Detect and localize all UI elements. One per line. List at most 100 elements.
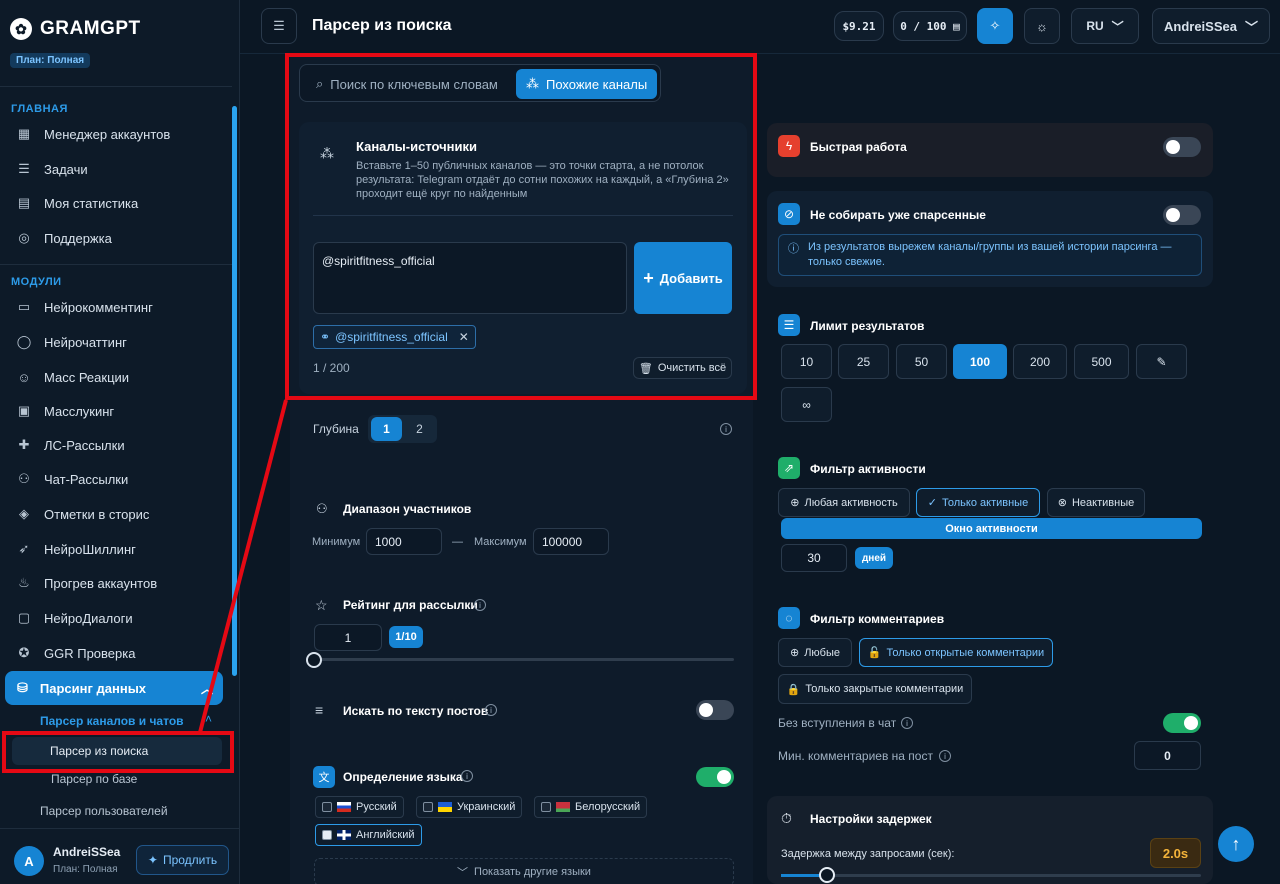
sidebar-item-tasks[interactable]: ☰ Задачи [16, 156, 226, 182]
comments-open-button[interactable]: 🔓 Только открытые комментарии [859, 638, 1053, 667]
sidebar-item-stories[interactable]: ◈ Отметки в сторис [16, 501, 226, 527]
app-name: GRAMGPT [40, 18, 141, 39]
sidebar-item-ggr[interactable]: ✪ GGR Проверка [16, 640, 226, 666]
rating-slider-track[interactable] [314, 658, 734, 661]
translate-icon: 文 [313, 766, 335, 788]
sidebar-item-shilling[interactable]: ➶ НейроШиллинг [16, 536, 226, 562]
checkbox-checked[interactable] [322, 830, 332, 840]
language-option-by[interactable]: Белорусский [534, 796, 648, 818]
range-dash: — [452, 536, 463, 548]
depth-option-1[interactable]: 1 [371, 417, 402, 441]
checkbox[interactable] [322, 802, 332, 812]
delay-slider-knob[interactable] [819, 867, 835, 883]
info-icon[interactable]: i [939, 750, 951, 762]
activity-days-input[interactable]: 30 [781, 544, 847, 572]
fast-work-toggle[interactable] [1163, 137, 1201, 157]
smile-icon: ☺ [17, 369, 31, 385]
sidebar-item-stats[interactable]: ▤ Моя статистика [16, 190, 226, 216]
sidebar-item-label: Масслукинг [44, 403, 115, 419]
sidebar-sub-base-parser[interactable]: Парсер по базе [51, 772, 137, 786]
info-icon[interactable]: i [720, 423, 732, 435]
language-option-ua[interactable]: Украинский [416, 796, 523, 818]
sidebar-item-neurochat[interactable]: ◯ Нейрочаттинг [16, 329, 226, 355]
rating-slider-knob[interactable] [306, 652, 322, 668]
scroll-to-top-button[interactable]: ↑ [1218, 826, 1254, 862]
user-menu-button[interactable]: AndreiSSea ﹀ [1152, 8, 1270, 44]
flag-gb-icon [337, 830, 351, 840]
participants-min-input[interactable]: 1000 [366, 528, 442, 555]
comments-any-button[interactable]: ⊕ Любые [778, 638, 852, 667]
comments-any-label: Любые [804, 646, 840, 659]
sidebar-item-chat-mailing[interactable]: ⚇ Чат-Рассылки [16, 466, 226, 492]
sidebar-item-dm[interactable]: ✚ ЛС-Рассылки [16, 432, 226, 458]
balance-badge[interactable]: $9.21 [834, 11, 884, 41]
database-icon: ⛁ [17, 680, 28, 695]
language-option-ru[interactable]: Русский [315, 796, 404, 818]
limit-option-infinite[interactable]: ∞ [781, 387, 832, 422]
avatar[interactable]: A [14, 846, 44, 876]
info-icon[interactable]: i [461, 770, 473, 782]
checkbox[interactable] [541, 802, 551, 812]
sidebar-item-masslooking[interactable]: ▣ Масслукинг [16, 398, 226, 424]
days-unit-badge: дней [855, 547, 893, 569]
sidebar-sub-user-parser[interactable]: Парсер пользователей [40, 804, 168, 818]
sidebar-item-dialogs[interactable]: ▢ НейроДиалоги [16, 605, 226, 631]
activity-any-button[interactable]: ⊕ Любая активность [778, 488, 910, 517]
participants-max-input[interactable]: 100000 [533, 528, 609, 555]
language-toggle[interactable] [696, 767, 734, 787]
comment-search-icon: ◌ [778, 607, 800, 629]
sidebar-item-accounts[interactable]: ▦ Менеджер аккаунтов [16, 121, 226, 147]
chart-icon: ▤ [17, 195, 31, 210]
comments-closed-button[interactable]: 🔒 Только закрытые комментарии [778, 674, 972, 704]
checkbox[interactable] [423, 802, 433, 812]
users-icon: ⚇ [18, 471, 30, 486]
rating-input[interactable]: 1 [314, 624, 382, 651]
language-select[interactable]: RU ﹀ [1071, 8, 1139, 44]
section-main: ГЛАВНАЯ [11, 103, 68, 115]
limit-option-10[interactable]: 10 [781, 344, 832, 379]
no-join-toggle[interactable] [1163, 713, 1201, 733]
info-icon[interactable]: i [474, 599, 486, 611]
extend-button[interactable]: ✦ Продлить [136, 845, 229, 875]
top-bar: ☰ Парсер из поиска $9.21 0 / 100 ▤ ✧ ☼ R… [240, 0, 1280, 54]
app-logo[interactable]: ✿ GRAMGPT [10, 18, 141, 40]
sun-icon: ☼ [1036, 18, 1048, 34]
language-title: Определение языка [343, 770, 463, 784]
limit-option-50[interactable]: 50 [896, 344, 947, 379]
ai-button[interactable]: ✧ [977, 8, 1013, 44]
min-comments-input[interactable]: 0 [1134, 741, 1201, 770]
rocket-icon: ➶ [18, 541, 30, 556]
sidebar-item-parsing[interactable]: ⛁ Парсинг данных ︿ [5, 671, 223, 705]
info-icon[interactable]: i [901, 717, 913, 729]
sidebar-item-reactions[interactable]: ☺ Масс Реакции [16, 364, 226, 390]
flag-ua-icon [438, 802, 452, 812]
limit-option-200[interactable]: 200 [1013, 344, 1067, 379]
activity-inactive-button[interactable]: ⊗ Неактивные [1047, 488, 1145, 517]
sidebar-item-label: Нейрокомментинг [44, 299, 153, 315]
sidebar-item-support[interactable]: ◎ Поддержка [16, 225, 226, 251]
sidebar-item-neurocomment[interactable]: ▭ Нейрокомментинг [16, 294, 226, 320]
activity-active-button[interactable]: ✓ Только активные [916, 488, 1040, 517]
sidebar-item-warmup[interactable]: ♨ Прогрев аккаунтов [16, 570, 226, 596]
show-more-languages[interactable]: ﹀ Показать другие языки [314, 858, 734, 884]
info-icon[interactable]: i [485, 704, 497, 716]
language-option-en[interactable]: Английский [315, 824, 422, 846]
message-plus-icon: ✚ [18, 437, 30, 452]
activity-inactive-label: Неактивные [1071, 496, 1135, 509]
activity-chart-icon: ⇗ [778, 457, 800, 479]
limit-option-25[interactable]: 25 [838, 344, 889, 379]
limit-option-500[interactable]: 500 [1074, 344, 1129, 379]
chat-bubble-icon: ◯ [16, 334, 32, 349]
limit-custom-button[interactable]: ✎ [1136, 344, 1187, 379]
quota-badge[interactable]: 0 / 100 ▤ [893, 11, 967, 41]
star-icon: ✪ [18, 645, 30, 660]
sidebar-subgroup[interactable]: Парсер каналов и чатов [40, 714, 184, 728]
delay-slider-track[interactable] [781, 874, 1201, 877]
post-text-toggle[interactable] [696, 700, 734, 720]
filter-off-icon: ⊘ [778, 203, 800, 225]
depth-option-2[interactable]: 2 [404, 417, 435, 441]
skip-parsed-toggle[interactable] [1163, 205, 1201, 225]
theme-toggle-button[interactable]: ☼ [1024, 8, 1060, 44]
limit-option-100[interactable]: 100 [953, 344, 1007, 379]
menu-toggle-button[interactable]: ☰ [261, 8, 297, 44]
